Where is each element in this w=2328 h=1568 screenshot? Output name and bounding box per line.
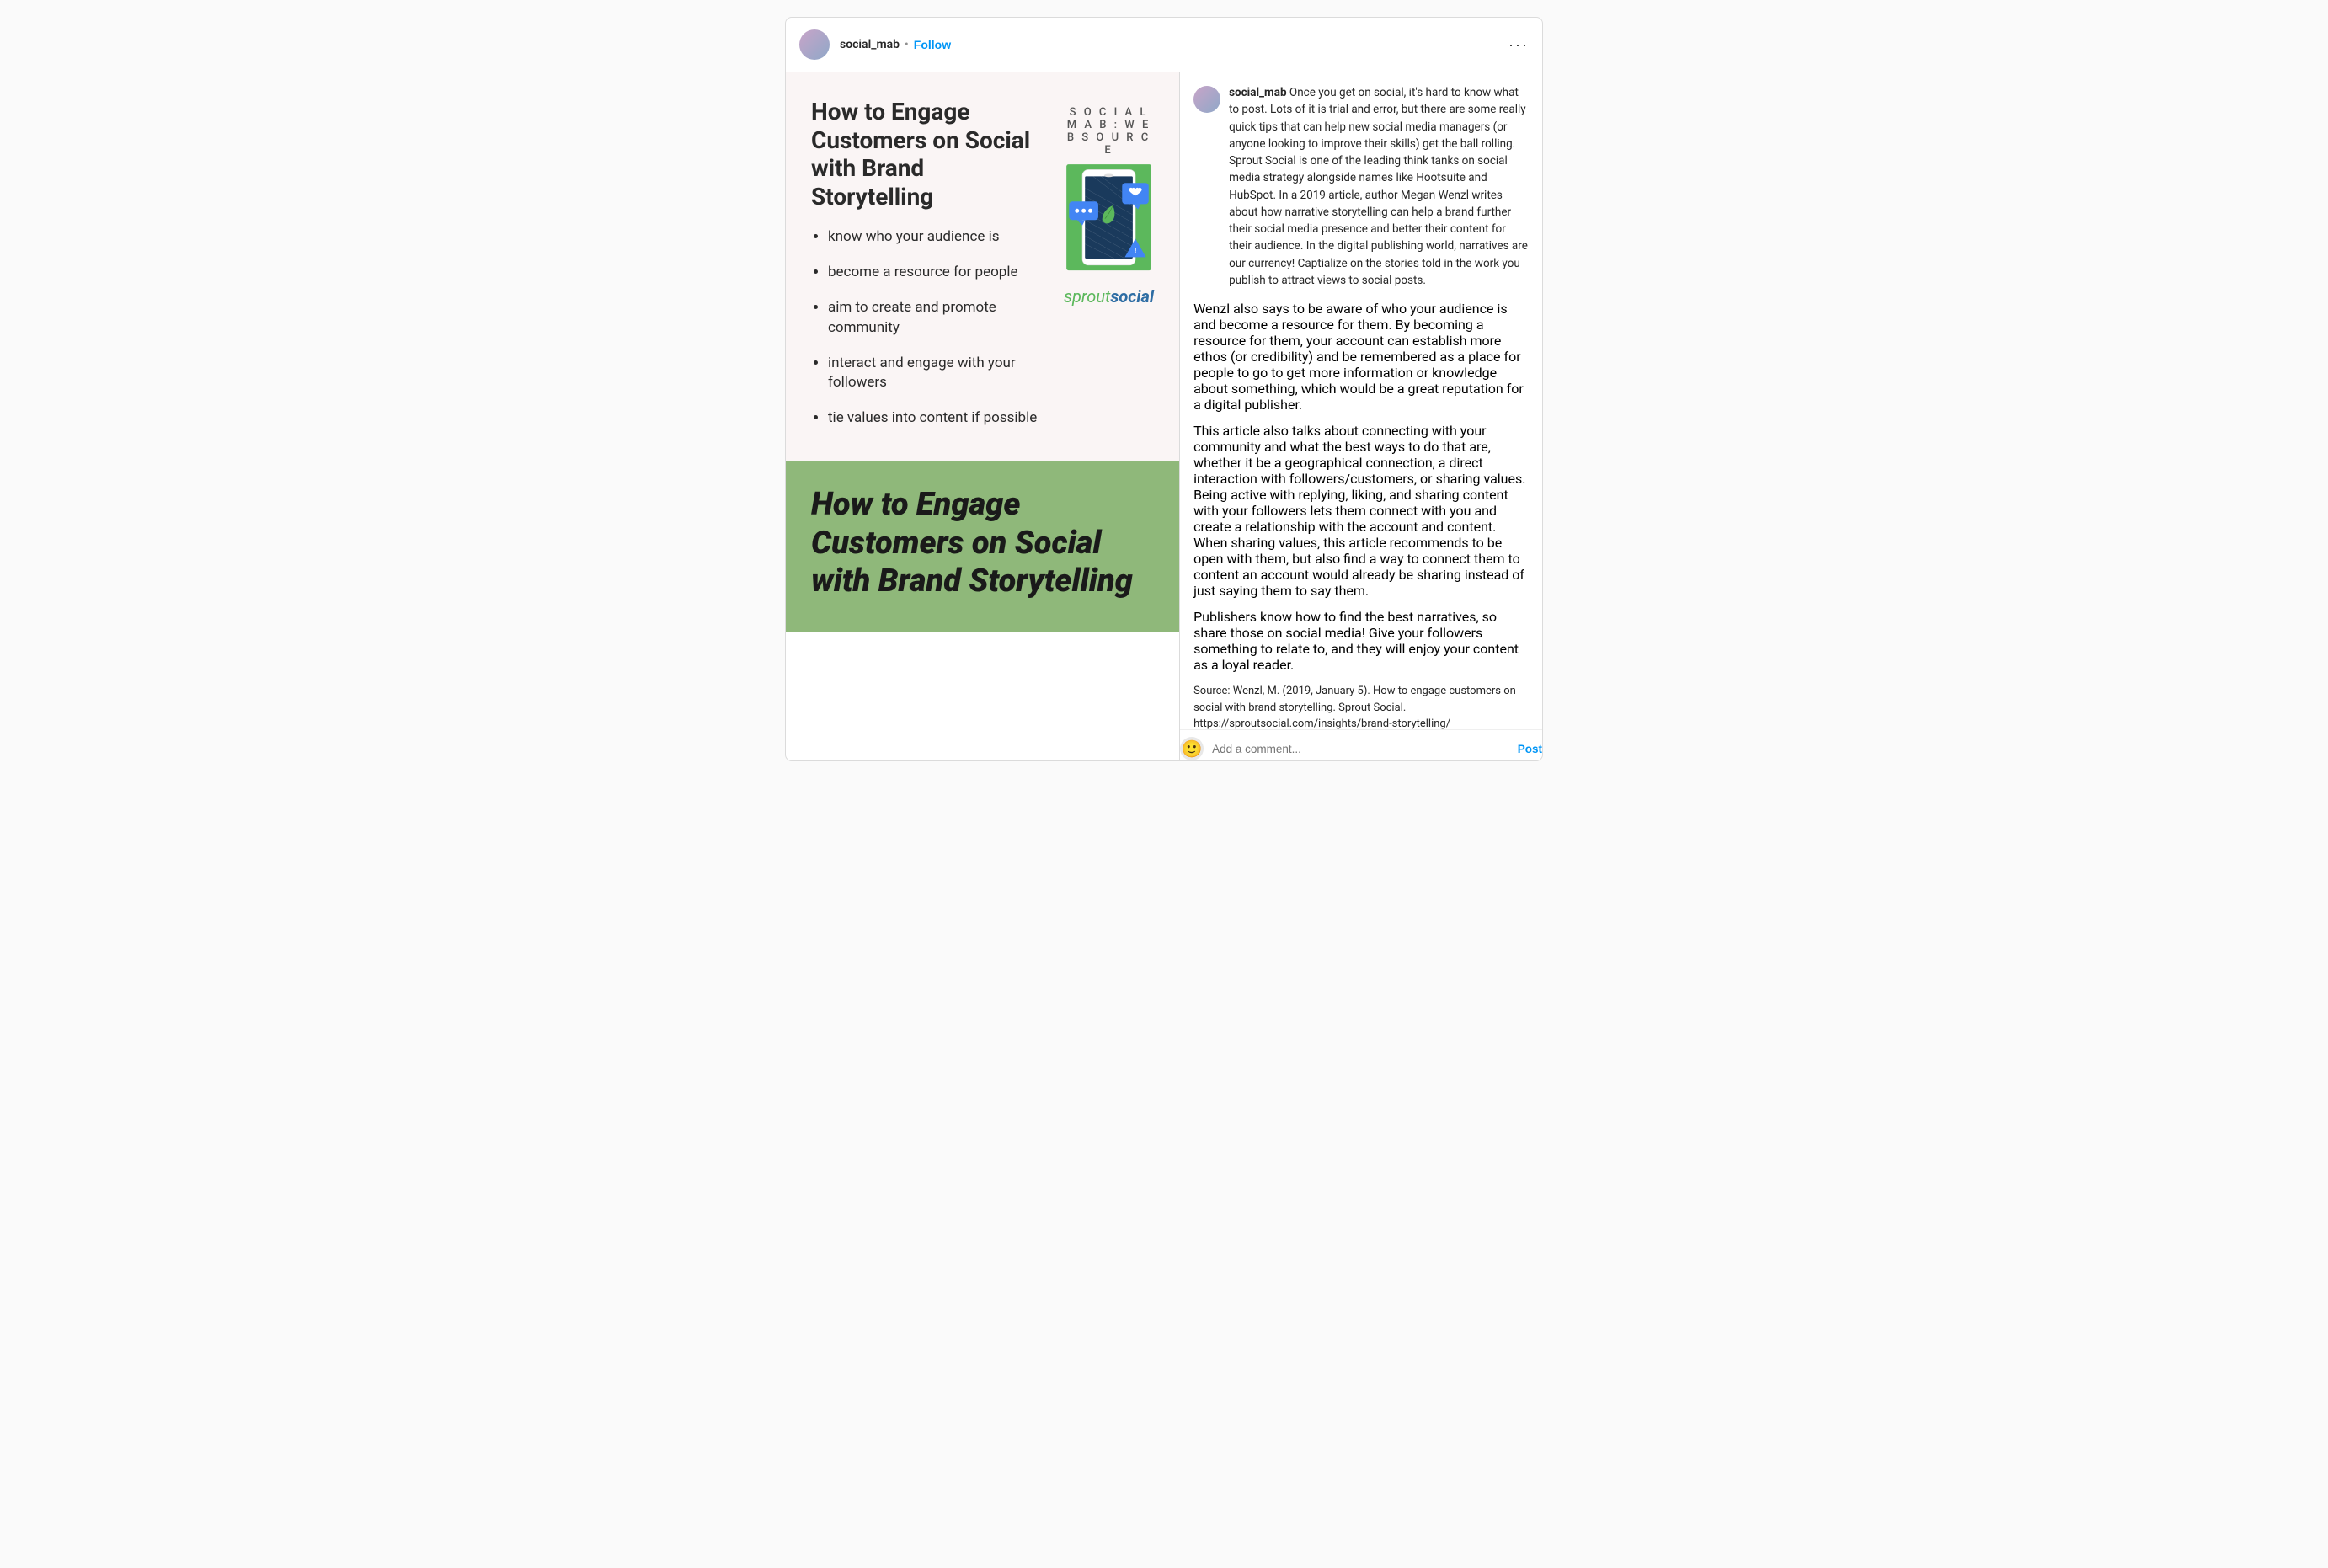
list-item: know who your audience is: [828, 227, 1039, 248]
list-item: become a resource for people: [828, 263, 1039, 283]
caption-para-1: Once you get on social, it's hard to kno…: [1229, 86, 1528, 287]
list-item: tie values into content if possible: [828, 408, 1039, 429]
caption-avatar: [1193, 86, 1220, 113]
dot-separator: •: [905, 38, 909, 51]
comment-input[interactable]: [1212, 743, 1509, 755]
caption-username[interactable]: social_mab: [1229, 86, 1286, 99]
avatar: [799, 29, 830, 60]
top-section: How to Engage Customers on Social with B…: [786, 72, 1179, 461]
bottom-section: How to Engage Customers on Social with B…: [786, 461, 1179, 632]
sprout-text: sprout: [1064, 286, 1110, 307]
phone-svg: !: [1064, 162, 1154, 276]
caption-panel: social_mab Once you get on social, it's …: [1180, 72, 1542, 760]
comment-row: 🙂 Post: [1180, 729, 1542, 760]
svg-text:!: !: [1135, 247, 1137, 256]
comment-avatar: 🙂: [1180, 737, 1204, 760]
caption-text: social_mab Once you get on social, it's …: [1229, 84, 1529, 289]
source-label: S O C I A L M A B : W E B S O U R C E: [1064, 98, 1154, 162]
bottom-title: How to Engage Customers on Social with B…: [811, 486, 1154, 601]
caption-header: social_mab Once you get on social, it's …: [1193, 84, 1529, 289]
post-image-panel: How to Engage Customers on Social with B…: [786, 72, 1180, 760]
list-item: aim to create and promote community: [828, 298, 1039, 339]
username[interactable]: social_mab: [840, 38, 900, 51]
main-layout: How to Engage Customers on Social with B…: [786, 72, 1542, 760]
post-header: social_mab • Follow ···: [786, 18, 1542, 72]
sprout-social-logo: sproutsocial: [1064, 276, 1154, 320]
phone-illustration: S O C I A L M A B : W E B S O U R C E: [1064, 98, 1154, 320]
social-text: social: [1110, 286, 1154, 307]
follow-button[interactable]: Follow: [914, 38, 951, 51]
caption-para-4: Publishers know how to find the best nar…: [1193, 609, 1529, 673]
instagram-post-card: social_mab • Follow ··· How to Engage Cu…: [785, 17, 1543, 761]
post-title: How to Engage Customers on Social with B…: [811, 98, 1039, 211]
caption-para-2: Wenzl also says to be aware of who your …: [1193, 301, 1529, 413]
illustration-inner: How to Engage Customers on Social with B…: [786, 72, 1179, 632]
post-comment-button[interactable]: Post: [1518, 743, 1542, 755]
caption-content: social_mab Once you get on social, it's …: [1180, 72, 1542, 729]
post-illustration: How to Engage Customers on Social with B…: [786, 72, 1179, 632]
caption-source: Source: Wenzl, M. (2019, January 5). How…: [1193, 683, 1529, 729]
left-text: How to Engage Customers on Social with B…: [811, 98, 1047, 444]
more-options-button[interactable]: ···: [1508, 36, 1529, 54]
caption-para-3: This article also talks about connecting…: [1193, 423, 1529, 599]
bullet-list: know who your audience is become a resou…: [811, 227, 1039, 429]
header-info: social_mab • Follow: [840, 38, 1508, 51]
list-item: interact and engage with your followers: [828, 354, 1039, 394]
